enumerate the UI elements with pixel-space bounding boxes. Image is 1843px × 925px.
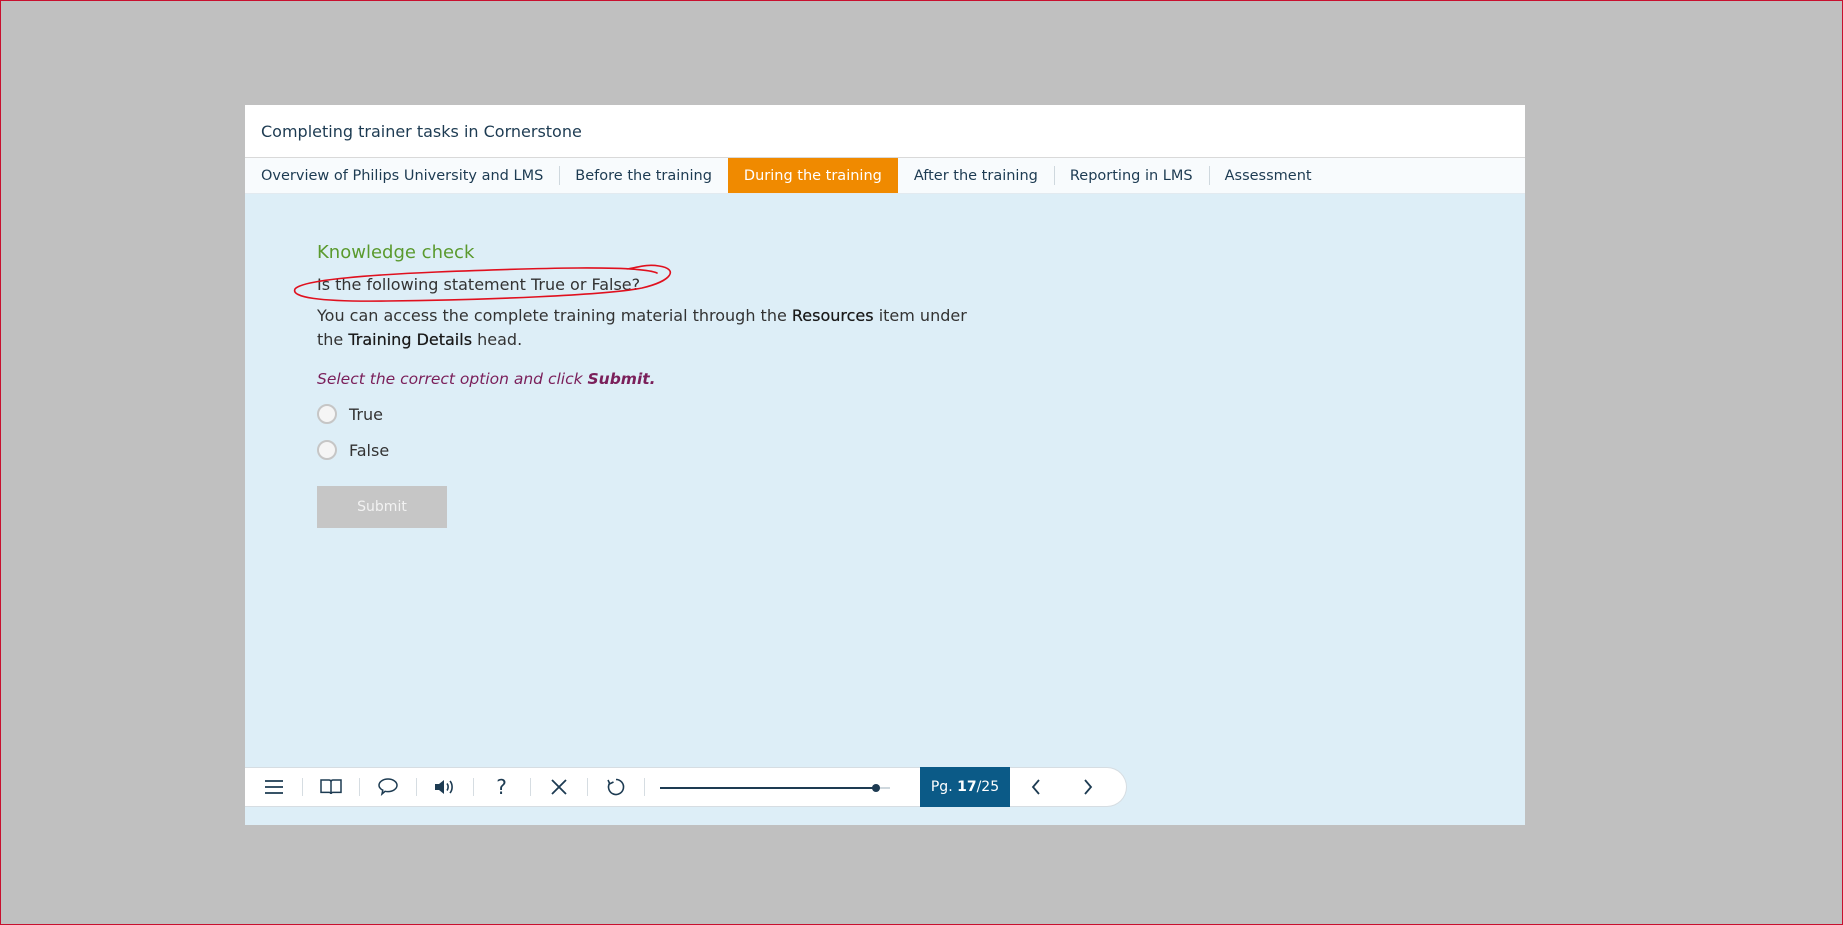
course-player: Completing trainer tasks in Cornerstone …: [245, 105, 1525, 825]
course-title: Completing trainer tasks in Cornerstone: [261, 121, 582, 141]
chevron-right-icon: [1084, 779, 1093, 795]
question-wrap: Is the following statement True or False…: [293, 264, 671, 302]
previous-button[interactable]: [1010, 768, 1062, 806]
comment-icon: [377, 778, 398, 797]
instruction-text: Select the correct option and click Subm…: [317, 370, 656, 388]
glossary-button[interactable]: [302, 768, 359, 806]
next-button[interactable]: [1062, 768, 1114, 806]
replay-icon: [606, 778, 624, 796]
section-nav: Overview of Philips University and LMS B…: [245, 158, 1525, 194]
chevron-left-icon: [1031, 779, 1040, 795]
menu-icon: [264, 780, 283, 794]
option-false[interactable]: False: [317, 440, 977, 460]
help-button[interactable]: ?: [473, 768, 530, 806]
course-header: Completing trainer tasks in Cornerstone: [245, 105, 1525, 158]
option-true[interactable]: True: [317, 404, 977, 424]
tab-assessment[interactable]: Assessment: [1208, 158, 1328, 193]
submit-button[interactable]: Submit: [317, 486, 447, 528]
audio-icon: [434, 780, 453, 794]
progress-knob[interactable]: [872, 784, 881, 792]
player-toolbar: ? Pg. 17/25: [245, 766, 1127, 807]
progress-fill: [660, 787, 877, 789]
audio-button[interactable]: [416, 768, 473, 806]
option-false-label: False: [349, 440, 390, 460]
statement-text: You can access the complete training mat…: [317, 306, 967, 349]
progress-track: [660, 784, 890, 792]
tab-overview[interactable]: Overview of Philips University and LMS: [245, 158, 559, 193]
current-page: 17: [957, 778, 977, 795]
close-icon: [550, 779, 567, 795]
page-indicator: Pg. 17/25: [920, 766, 1010, 807]
tab-after-training[interactable]: After the training: [898, 158, 1054, 193]
total-pages: 25: [981, 778, 1000, 795]
exit-button[interactable]: [530, 768, 587, 806]
progress-slider[interactable]: [644, 768, 920, 806]
knowledge-check: Knowledge check Is the following stateme…: [293, 242, 977, 528]
radio-false[interactable]: [317, 440, 337, 460]
option-true-label: True: [349, 404, 383, 424]
replay-button[interactable]: [587, 768, 644, 806]
knowledge-check-heading: Knowledge check: [317, 242, 475, 263]
tab-during-training[interactable]: During the training: [727, 158, 898, 193]
training-details-term: Training Details: [348, 330, 473, 349]
radio-true[interactable]: [317, 404, 337, 424]
menu-button[interactable]: [245, 768, 302, 806]
instruction-submit-word: Submit.: [587, 370, 656, 388]
comment-button[interactable]: [359, 768, 416, 806]
resources-term: Resources: [791, 306, 874, 325]
tab-reporting[interactable]: Reporting in LMS: [1053, 158, 1209, 193]
book-icon: [319, 779, 342, 795]
question-text: Is the following statement True or False…: [317, 275, 641, 294]
tab-before-training[interactable]: Before the training: [559, 158, 728, 193]
help-icon: ?: [496, 775, 507, 799]
